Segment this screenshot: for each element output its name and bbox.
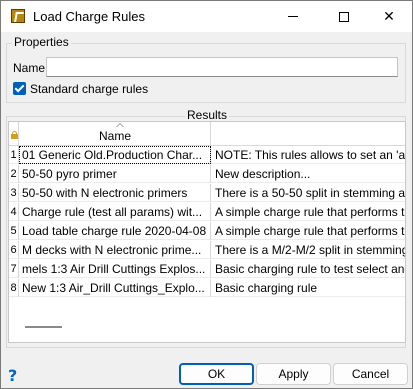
table-row[interactable]: 8 New 1:3 Air_Drill Cuttings_Explo... Basi…	[9, 279, 405, 297]
close-icon: ✕	[383, 8, 395, 24]
cell-description[interactable]: A simple charge rule that performs th	[212, 203, 405, 221]
row-number[interactable]: 3	[9, 184, 19, 202]
header-corner[interactable]	[9, 122, 19, 146]
row-number[interactable]: 5	[9, 222, 19, 240]
standard-rules-checkbox[interactable]	[13, 82, 26, 95]
table-row[interactable]: 5 Load table charge rule 2020-04-08 A simp…	[9, 222, 405, 240]
cell-name[interactable]: Charge rule (test all params) wit...	[19, 203, 211, 221]
sort-ascending-icon	[116, 123, 124, 127]
row-number[interactable]: 8	[9, 279, 19, 297]
horizontal-scrollbar[interactable]	[25, 326, 62, 328]
minimize-icon	[288, 16, 298, 17]
results-legend: Results	[185, 108, 230, 122]
table-row[interactable]: 6M decks with N electronic prime... There…	[9, 241, 405, 259]
row-number[interactable]: 4	[9, 203, 19, 221]
cancel-button[interactable]: Cancel	[333, 363, 408, 385]
name-label: Name	[13, 61, 46, 75]
column-header-name-label: Name	[98, 129, 131, 143]
title-bar[interactable]: Load Charge Rules ✕	[1, 1, 412, 32]
table-row[interactable]: 2 50-50 pyro primer New description...	[9, 165, 405, 183]
close-button[interactable]: ✕	[366, 1, 412, 32]
standard-rules-label[interactable]: Standard charge rules	[30, 82, 148, 96]
column-header-name[interactable]: Name	[19, 122, 211, 146]
cell-description[interactable]: Basic charging rule to test select and r	[212, 260, 405, 278]
lock-icon	[11, 131, 18, 139]
cell-name[interactable]: Load table charge rule 2020-04-08	[19, 222, 211, 240]
table-row[interactable]: 7 mels 1:3 Air Drill Cuttings Explos... Ba…	[9, 260, 405, 278]
cell-name[interactable]: New 1:3 Air_Drill Cuttings_Explo...	[19, 279, 211, 297]
cell-name[interactable]: M decks with N electronic prime...	[19, 241, 211, 259]
cell-name[interactable]: 50-50 pyro primer	[19, 165, 211, 183]
grid-header: Name	[9, 122, 405, 146]
name-input[interactable]	[46, 57, 398, 77]
apply-button[interactable]: Apply	[256, 363, 331, 385]
row-number[interactable]: 7	[9, 260, 19, 278]
cell-description[interactable]: NOTE: This rules allows to set an 'air' …	[212, 146, 405, 164]
cell-description[interactable]: There is a M/2-M/2 split in stemming	[212, 241, 405, 259]
row-number[interactable]: 2	[9, 165, 19, 183]
row-number[interactable]: 6	[9, 241, 19, 259]
maximize-icon	[339, 11, 349, 22]
cell-name[interactable]: 01 Generic Old.Production Char...	[19, 146, 211, 164]
cell-description[interactable]: There is a 50-50 split in stemming and	[212, 184, 405, 202]
cell-name[interactable]: mels 1:3 Air Drill Cuttings Explos...	[19, 260, 211, 278]
cell-name[interactable]: 50-50 with N electronic primers	[19, 184, 211, 202]
table-row[interactable]: 3 50-50 with N electronic primers There is…	[9, 184, 405, 202]
properties-legend: Properties	[12, 35, 71, 49]
cell-description[interactable]: Basic charging rule	[212, 279, 405, 297]
maximize-button[interactable]	[321, 1, 367, 32]
help-icon[interactable]: ?	[8, 366, 17, 385]
ok-button[interactable]: OK	[179, 363, 254, 385]
app-logo-icon	[11, 9, 25, 23]
column-header-description[interactable]	[212, 122, 405, 146]
window-title: Load Charge Rules	[33, 9, 146, 24]
cell-description[interactable]: A simple charge rule that performs th	[212, 222, 405, 240]
minimize-button[interactable]	[270, 1, 316, 32]
table-row[interactable]: 1 01 Generic Old.Production Char... NOTE: …	[9, 146, 405, 164]
table-row[interactable]: 4 Charge rule (test all params) wit... A s…	[9, 203, 405, 221]
cell-description[interactable]: New description...	[212, 165, 405, 183]
row-number[interactable]: 1	[9, 146, 19, 164]
results-grid[interactable]: Name 1 01 Generic Old.Production Char... N…	[8, 121, 406, 343]
